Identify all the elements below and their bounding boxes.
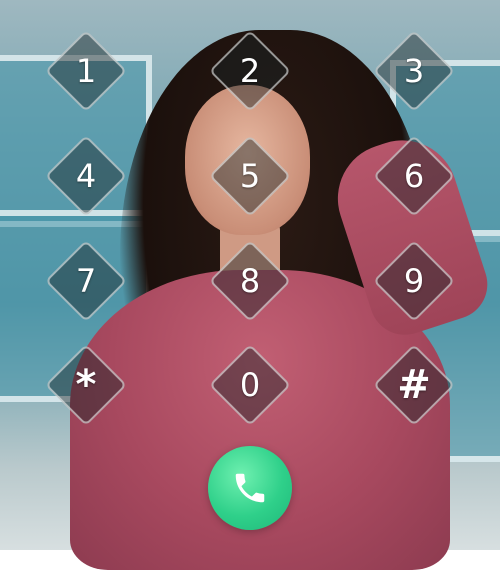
phone-icon [235, 473, 265, 503]
call-button[interactable] [208, 446, 292, 530]
